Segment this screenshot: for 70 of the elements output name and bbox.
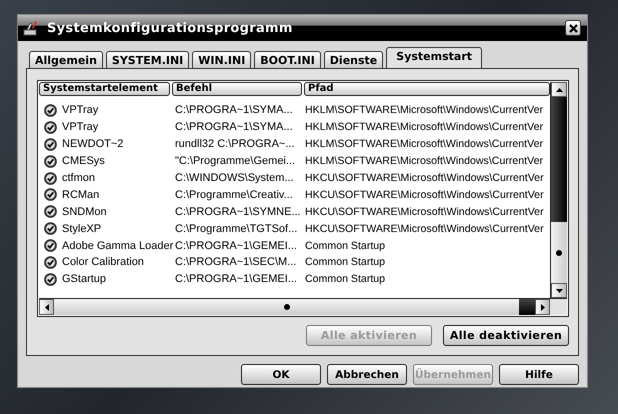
- table-cell: rundll32 C:\PROGRA~...: [175, 138, 295, 150]
- table-cell: C:\Programme\TGTSof...: [175, 222, 298, 235]
- table-cell: Color Calibration: [62, 256, 144, 268]
- checkbox[interactable]: [44, 272, 57, 286]
- tab[interactable]: SYSTEM.INI: [106, 51, 190, 68]
- checkbox[interactable]: [44, 239, 57, 252]
- checkbox[interactable]: [44, 154, 57, 168]
- table-cell: C:\PROGRA~1\SYMA...: [175, 121, 293, 134]
- table-cell: Common Startup: [305, 256, 386, 268]
- column-header[interactable]: Pfad: [304, 82, 550, 96]
- vertical-scrollbar[interactable]: [550, 82, 567, 298]
- table-cell: C:\PROGRA~1\GEMEI...: [175, 273, 297, 286]
- table-cell: RCMan: [62, 188, 100, 201]
- checkbox[interactable]: [44, 104, 57, 117]
- checkbox[interactable]: [44, 172, 57, 184]
- table-cell: NEWDOT~2: [62, 138, 124, 150]
- column-header[interactable]: Systemstartelement: [39, 82, 170, 96]
- table-cell: HKCU\SOFTWARE\Microsoft\Windows\CurrentVer: [305, 206, 544, 218]
- checkbox[interactable]: [44, 205, 57, 218]
- tools-icon: [23, 20, 39, 36]
- close-icon: [568, 24, 578, 32]
- action-button[interactable]: Alle deaktivieren: [443, 325, 569, 346]
- table-cell: HKLM\SOFTWARE\Microsoft\Windows\CurrentVer: [305, 138, 544, 150]
- table-cell: GStartup: [62, 273, 106, 286]
- table-cell: HKLM\SOFTWARE\Microsoft\Windows\CurrentVer: [305, 121, 544, 134]
- table-cell: Common Startup: [305, 273, 386, 286]
- table-cell: StyleXP: [62, 222, 102, 235]
- table-cell: HKLM\SOFTWARE\Microsoft\Windows\CurrentVer: [305, 155, 544, 168]
- scroll-thumb[interactable]: [519, 299, 535, 315]
- scrollbar-corner: [550, 299, 567, 315]
- tab[interactable]: WIN.INI: [192, 51, 252, 68]
- checkbox[interactable]: [44, 222, 57, 236]
- table-cell: Common Startup: [305, 240, 386, 252]
- table-cell: SNDMon: [62, 206, 107, 218]
- checkbox[interactable]: [44, 188, 57, 202]
- checkbox[interactable]: [44, 120, 57, 134]
- table-cell: Adobe Gamma Loader: [62, 240, 174, 252]
- left-arrow-icon: [44, 304, 48, 310]
- table-cell: VPTray: [62, 104, 98, 116]
- horizontal-scrollbar[interactable]: [39, 298, 567, 315]
- table-cell: HKCU\SOFTWARE\Microsoft\Windows\CurrentVer: [305, 172, 544, 184]
- dialog-button[interactable]: OK: [241, 364, 321, 385]
- table-cell: C:\PROGRA~1\SEC\M...: [175, 256, 296, 268]
- table-cell: VPTray: [62, 121, 98, 134]
- table-cell: ctfmon: [62, 172, 96, 184]
- dialog-button[interactable]: Abbrechen: [327, 364, 407, 385]
- tab[interactable]: BOOT.INI: [254, 51, 321, 68]
- tab[interactable]: Systemstart: [386, 47, 482, 68]
- table-cell: HKCU\SOFTWARE\Microsoft\Windows\CurrentVer: [305, 222, 544, 235]
- table-cell: C:\PROGRA~1\SYMA...: [175, 104, 293, 116]
- table-cell: HKCU\SOFTWARE\Microsoft\Windows\CurrentVer: [305, 188, 544, 201]
- table-cell: C:\PROGRA~1\SYMNE...: [175, 206, 301, 218]
- table-cell: C:\Programme\Creativ...: [175, 188, 293, 201]
- checkbox[interactable]: [44, 256, 57, 269]
- scroll-thumb[interactable]: [551, 97, 567, 222]
- up-arrow-icon: [556, 88, 562, 92]
- table-cell: "C:\Programme\Gemei...: [175, 155, 296, 168]
- table-cell: HKLM\SOFTWARE\Microsoft\Windows\CurrentVer: [305, 104, 544, 116]
- tab[interactable]: Dienste: [324, 51, 384, 68]
- table-cell: C:\PROGRA~1\GEMEI...: [175, 240, 297, 252]
- table-cell: C:\WINDOWS\System...: [175, 172, 294, 184]
- column-header[interactable]: Befehl: [172, 82, 302, 96]
- checkbox[interactable]: [44, 138, 57, 151]
- down-arrow-icon: [556, 288, 562, 292]
- tab[interactable]: Allgemein: [29, 51, 103, 68]
- right-arrow-icon: [540, 304, 544, 310]
- window-title: Systemkonfigurationsprogramm: [47, 20, 294, 36]
- table-cell: CMESys: [62, 155, 105, 168]
- dialog-button[interactable]: Hilfe: [499, 364, 579, 385]
- close-button[interactable]: [565, 20, 581, 36]
